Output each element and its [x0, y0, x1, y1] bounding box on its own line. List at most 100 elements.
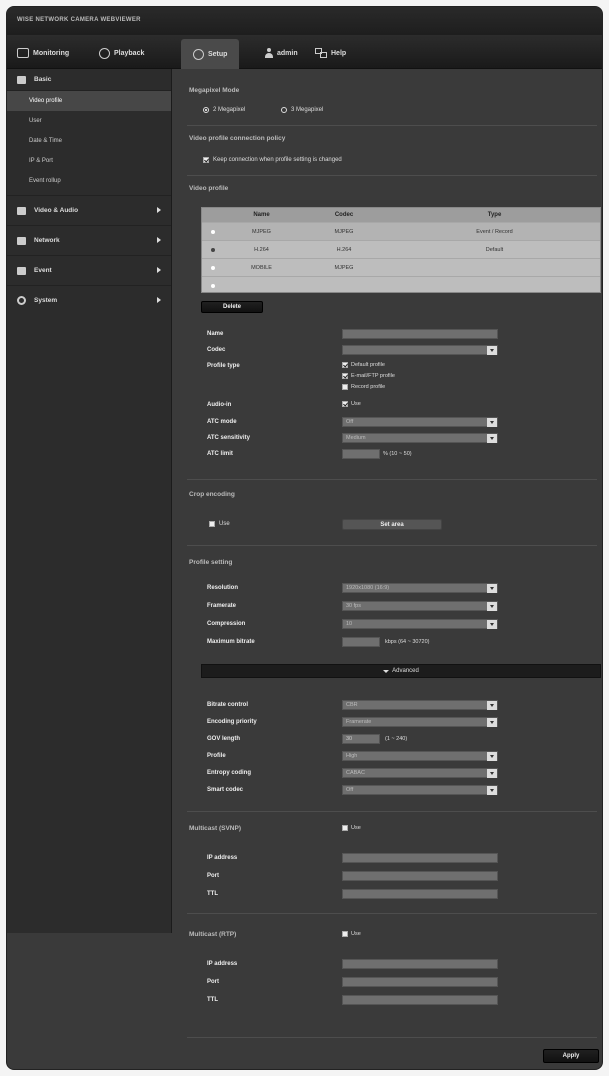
encoding-priority-select[interactable]: Framerate [342, 717, 498, 727]
default-profile-checkbox[interactable]: Default profile [342, 362, 385, 368]
svnp-port-label: Port [207, 873, 219, 879]
cell-type: Event / Record [476, 228, 513, 235]
cell-name: MOBILE [251, 264, 272, 271]
resolution-label: Resolution [207, 585, 238, 591]
radio-icon [281, 107, 287, 113]
expand-arrow-icon [157, 267, 161, 273]
record-profile-checkbox[interactable]: Record profile [342, 384, 385, 390]
sidebar-basic[interactable]: Basic [7, 69, 171, 91]
codec-select[interactable] [342, 345, 498, 355]
compression-select[interactable]: 10 [342, 619, 498, 629]
compression-value: 10 [346, 621, 353, 627]
atc-mode-value: Off [346, 419, 354, 425]
cell-codec: H.264 [336, 246, 352, 253]
nav-setup[interactable]: Setup [181, 39, 240, 69]
advanced-toggle[interactable]: Advanced [201, 664, 601, 678]
nav-setup-label: Setup [208, 50, 228, 58]
multicast-svnp-use-checkbox[interactable]: Use [342, 825, 361, 831]
main-content: Megapixel Mode 2 Megapixel 3 Megapixel V… [181, 69, 601, 1069]
sidebar-item-user[interactable]: User [7, 111, 171, 131]
atc-limit-input[interactable] [342, 449, 380, 459]
top-navigation: Monitoring Playback Setup admin Help [7, 35, 602, 69]
chevron-down-icon [487, 752, 497, 761]
nav-help[interactable]: Help [315, 43, 346, 63]
chevron-down-icon [487, 769, 497, 778]
profile-value: High [346, 753, 358, 759]
table-row[interactable]: H.264 H.264 Default [202, 240, 600, 258]
mode-2mp-radio[interactable]: 2 Megapixel [203, 107, 245, 113]
resolution-value: 1920x1080 (16:9) [346, 585, 390, 591]
rtp-port-input[interactable] [342, 977, 498, 987]
delete-button[interactable]: Delete [201, 301, 263, 313]
resolution-select[interactable]: 1920x1080 (16:9) [342, 583, 498, 593]
sidebar-item-video-profile[interactable]: Video profile [7, 91, 171, 111]
mode-3mp-radio[interactable]: 3 Megapixel [281, 107, 323, 113]
table-row[interactable]: MJPEG MJPEG Event / Record [202, 222, 600, 240]
sidebar-item-ip-port[interactable]: IP & Port [7, 151, 171, 171]
sidebar-group-system[interactable]: System [7, 285, 171, 315]
multicast-rtp-use-checkbox[interactable]: Use [342, 931, 361, 937]
record-profile-label: Record profile [351, 384, 386, 390]
sidebar-group-video-audio[interactable]: Video & Audio [7, 195, 171, 225]
atc-sensitivity-select[interactable]: Medium [342, 433, 498, 443]
name-input[interactable] [342, 329, 498, 339]
cell-codec: MJPEG [334, 228, 354, 235]
network-icon [17, 236, 26, 245]
radio-icon [203, 107, 209, 113]
profile-select[interactable]: High [342, 751, 498, 761]
chevron-down-icon [487, 418, 497, 427]
gear-icon [17, 296, 26, 305]
rtp-port-label: Port [207, 979, 219, 985]
connection-policy-title: Video profile connection policy [189, 135, 286, 142]
svnp-ip-input[interactable] [342, 853, 498, 863]
table-row[interactable] [202, 276, 600, 294]
default-profile-label: Default profile [351, 362, 385, 368]
mode-3mp-label: 3 Megapixel [291, 107, 324, 113]
divider [187, 479, 597, 480]
crop-use-checkbox[interactable]: Use [209, 521, 230, 527]
atc-limit-label: ATC limit [207, 451, 233, 457]
chevron-down-icon [383, 669, 390, 673]
keep-connection-checkbox[interactable]: Keep connection when profile setting is … [203, 157, 342, 163]
svnp-port-input[interactable] [342, 871, 498, 881]
divider [187, 913, 597, 914]
sidebar-group-event[interactable]: Event [7, 255, 171, 285]
atc-sensitivity-label: ATC sensitivity [207, 435, 250, 441]
entropy-coding-select[interactable]: CABAC [342, 768, 498, 778]
cell-name: H.264 [254, 246, 269, 253]
gov-length-input[interactable]: 30 [342, 734, 380, 744]
nav-admin[interactable]: admin [265, 43, 298, 63]
gov-length-hint: (1 ~ 240) [385, 736, 408, 742]
max-bitrate-input[interactable] [342, 637, 380, 647]
chevron-down-icon [487, 701, 497, 710]
smart-codec-value: Off [346, 787, 354, 793]
nav-monitoring[interactable]: Monitoring [17, 43, 69, 63]
compression-label: Compression [207, 621, 246, 627]
sidebar-group-network[interactable]: Network [7, 225, 171, 255]
table-row[interactable]: MOBILE MJPEG [202, 258, 600, 276]
sidebar-item-date-time[interactable]: Date & Time [7, 131, 171, 151]
bitrate-control-select[interactable]: CBR [342, 700, 498, 710]
set-area-button[interactable]: Set area [342, 519, 442, 530]
video-profile-table: Name Codec Type MJPEG MJPEG Event / Reco… [201, 207, 601, 293]
app-title: WISE NETWORK CAMERA WEBVIEWER [7, 7, 602, 35]
basic-icon [17, 75, 26, 84]
sidebar-group-label: Video & Audio [34, 207, 79, 214]
nav-playback[interactable]: Playback [99, 43, 144, 63]
sidebar-group-label: Event [34, 267, 52, 274]
framerate-select[interactable]: 30 fps [342, 601, 498, 611]
checkbox-icon [342, 362, 348, 368]
email-ftp-profile-label: E-mail/FTP profile [351, 373, 395, 379]
rtp-ip-input[interactable] [342, 959, 498, 969]
atc-mode-select[interactable]: Off [342, 417, 498, 427]
audio-in-checkbox[interactable]: Use [342, 401, 361, 407]
entropy-coding-value: CABAC [346, 770, 365, 776]
expand-arrow-icon [157, 297, 161, 303]
email-ftp-profile-checkbox[interactable]: E-mail/FTP profile [342, 373, 395, 379]
smart-codec-select[interactable]: Off [342, 785, 498, 795]
sidebar-item-event-rollup[interactable]: Event rollup [7, 171, 171, 191]
svnp-ttl-input[interactable] [342, 889, 498, 899]
rtp-ttl-input[interactable] [342, 995, 498, 1005]
svnp-ttl-label: TTL [207, 891, 218, 897]
apply-button[interactable]: Apply [543, 1049, 599, 1063]
